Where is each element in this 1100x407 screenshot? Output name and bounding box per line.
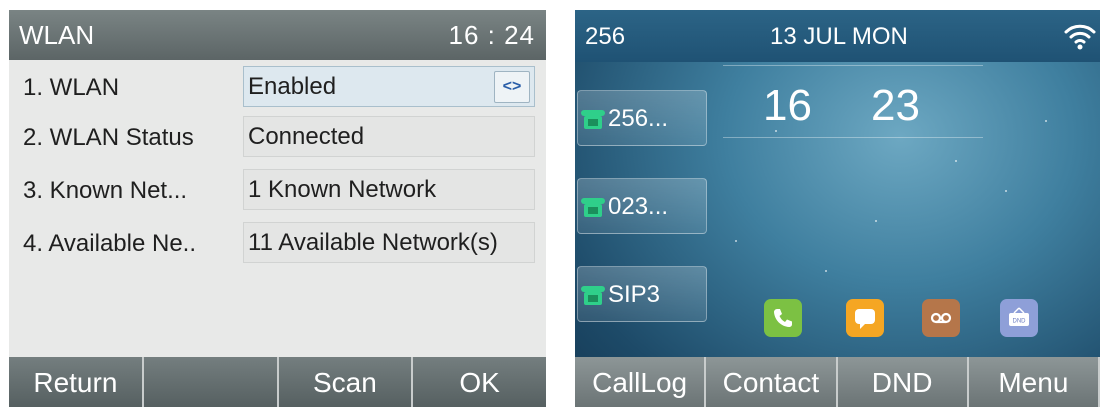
menu-row-wlan-status[interactable]: 2. WLAN Status Connected: [9, 112, 546, 162]
menu-row-available-networks[interactable]: 4. Available Ne.. 11 Available Network(s…: [9, 218, 546, 268]
row-value: 1 Known Network: [243, 169, 535, 210]
star-decoration: [825, 270, 827, 272]
chat-bubble-icon: [855, 309, 875, 329]
title-bar: WLAN 16 : 24: [9, 10, 546, 60]
row-label: 1. WLAN: [23, 74, 120, 101]
menu-softkey[interactable]: Menu: [968, 357, 1100, 407]
phone-app-icon[interactable]: [764, 299, 802, 337]
line-key-label: SIP3: [608, 281, 661, 308]
clock-time: 16 : 24: [448, 20, 535, 50]
phone-icon: [581, 110, 605, 129]
ok-softkey[interactable]: OK: [413, 357, 546, 407]
line-key-3[interactable]: SIP3: [577, 266, 707, 322]
return-softkey[interactable]: Return: [9, 357, 144, 407]
switch-arrows-icon[interactable]: <>: [494, 71, 530, 103]
wlan-toggle-field[interactable]: Enabled <>: [243, 66, 535, 107]
menu-row-known-networks[interactable]: 3. Known Net... 1 Known Network: [9, 165, 546, 215]
wifi-icon: [1064, 24, 1096, 50]
message-app-icon[interactable]: [846, 299, 884, 337]
dnd-sign-icon: DND: [1009, 307, 1029, 326]
softkey-bar: Return Scan OK: [9, 357, 546, 407]
row-value: Connected: [243, 116, 535, 157]
star-decoration: [1045, 120, 1047, 122]
calllog-softkey[interactable]: CallLog: [575, 357, 707, 407]
voicemail-icon: [930, 312, 952, 324]
dnd-app-icon[interactable]: DND: [1000, 299, 1038, 337]
date-display: 13 JUL MON: [770, 23, 908, 50]
line-key-2[interactable]: 023...: [577, 178, 707, 234]
row-value: Enabled: [248, 73, 337, 100]
clock-minutes: 23: [871, 81, 920, 130]
status-bar: 256 13 JUL MON: [575, 10, 1100, 62]
star-decoration: [1005, 190, 1007, 192]
menu-row-wlan[interactable]: 1. WLAN Enabled <>: [9, 62, 546, 112]
row-label: 4. Available Ne..: [23, 230, 197, 257]
handset-icon: [774, 309, 792, 327]
softkey-bar: CallLog Contact DND Menu: [575, 357, 1100, 407]
star-decoration: [955, 160, 957, 162]
row-label: 3. Known Net...: [23, 177, 188, 204]
clock-hours: 16: [763, 81, 812, 130]
idle-home-screen: 256 13 JUL MON 16 23 256... 023... SIP3 …: [575, 10, 1100, 407]
dnd-icon-text: DND: [1013, 319, 1027, 325]
row-label: 2. WLAN Status: [23, 124, 194, 151]
clock-divider: [723, 137, 983, 138]
empty-softkey[interactable]: [143, 357, 279, 407]
contact-softkey[interactable]: Contact: [706, 357, 838, 407]
line-key-label: 023...: [608, 193, 669, 220]
clock-divider: [723, 65, 983, 66]
phone-icon: [581, 286, 605, 305]
extension-number: 256: [585, 23, 626, 50]
row-value: 11 Available Network(s): [243, 222, 535, 263]
scan-softkey[interactable]: Scan: [278, 357, 414, 407]
phone-icon: [581, 198, 605, 217]
voicemail-app-icon[interactable]: [922, 299, 960, 337]
wlan-settings-screen: WLAN 16 : 24 1. WLAN Enabled <> 2. WLAN …: [9, 10, 546, 407]
star-decoration: [735, 240, 737, 242]
dnd-softkey[interactable]: DND: [837, 357, 969, 407]
line-key-1[interactable]: 256...: [577, 90, 707, 146]
clock-display: 16 23: [723, 65, 983, 155]
line-key-label: 256...: [608, 105, 669, 132]
star-decoration: [875, 220, 877, 222]
page-title: WLAN: [19, 20, 95, 50]
